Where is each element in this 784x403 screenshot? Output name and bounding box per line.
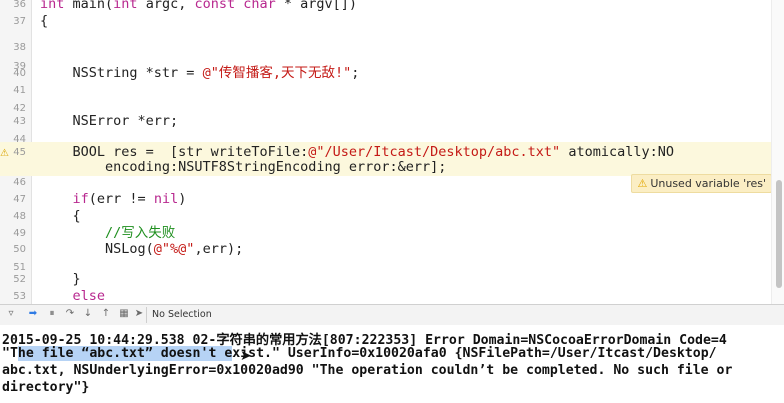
- debug-toolbar: ▿ ➡ ⏸ ↷ ↓ ↑ ▦ ➤ No Selection: [0, 304, 784, 326]
- line-number: 53: [13, 291, 26, 302]
- step-out-icon[interactable]: ↑: [100, 308, 112, 320]
- breakpoints-toggle-icon[interactable]: ➡: [27, 308, 39, 320]
- line-number: 36: [13, 0, 26, 10]
- line-number: 50: [13, 244, 26, 255]
- view-hierarchy-icon[interactable]: ▦: [118, 308, 130, 320]
- line-number: 41: [13, 85, 26, 96]
- line-number: 38: [13, 42, 26, 53]
- console-line: "The file “abc.txt” doesn't exist." User…: [2, 346, 717, 361]
- line-number: 40: [13, 68, 26, 79]
- line-number: 52: [13, 274, 26, 285]
- toolbar-divider: [146, 307, 147, 323]
- code-segment: ,err);: [194, 241, 244, 257]
- line-number: 45: [13, 147, 26, 158]
- line-number: 48: [13, 211, 26, 222]
- code-segment: NSLog(: [40, 241, 154, 257]
- code-line[interactable]: 53 else: [0, 285, 784, 304]
- console-text: xist." UserInfo=0x10020afa0 {NSFilePath=…: [232, 346, 717, 361]
- code-text-continuation: encoding:NSUTF8StringEncoding error:&err…: [40, 159, 447, 175]
- editor-scrollbar[interactable]: [771, 0, 784, 304]
- step-over-icon[interactable]: ↷: [64, 308, 76, 320]
- code-text: {: [40, 13, 49, 29]
- mouse-cursor-icon: ➤: [240, 348, 252, 364]
- text-selection[interactable]: he file “abc.txt” doesn't e: [17, 346, 233, 361]
- scrollbar-thumb[interactable]: [776, 180, 782, 288]
- pause-continue-icon[interactable]: ⏸: [46, 308, 58, 320]
- line-number: 43: [13, 116, 26, 127]
- code-editor[interactable]: 36 int main(int argc, const char * argv[…: [0, 0, 784, 304]
- console-line: directory"}: [2, 380, 90, 395]
- line-number: 47: [13, 194, 26, 205]
- step-into-icon[interactable]: ↓: [82, 308, 94, 320]
- code-line[interactable]: 37 {: [0, 10, 784, 34]
- line-number: 46: [13, 177, 26, 188]
- location-icon[interactable]: ➤: [133, 308, 145, 320]
- code-segment: atomically:NO: [560, 144, 674, 160]
- hide-debug-area-icon[interactable]: ▿: [5, 308, 17, 320]
- console-output[interactable]: 2015-09-25 10:44:29.538 02-字符串的常用方法[807:…: [0, 325, 784, 403]
- line-number: 37: [13, 16, 26, 27]
- code-text: else: [40, 288, 106, 304]
- console-text: "T: [2, 346, 18, 361]
- string-literal: @"%@": [153, 241, 195, 257]
- console-line: abc.txt, NSUnderlyingError=0x10020ad90 "…: [2, 363, 733, 378]
- selection-label: No Selection: [152, 309, 212, 320]
- code-line-warning[interactable]: ⚠ 45 BOOL res = [str writeToFile:@"/User…: [0, 142, 784, 176]
